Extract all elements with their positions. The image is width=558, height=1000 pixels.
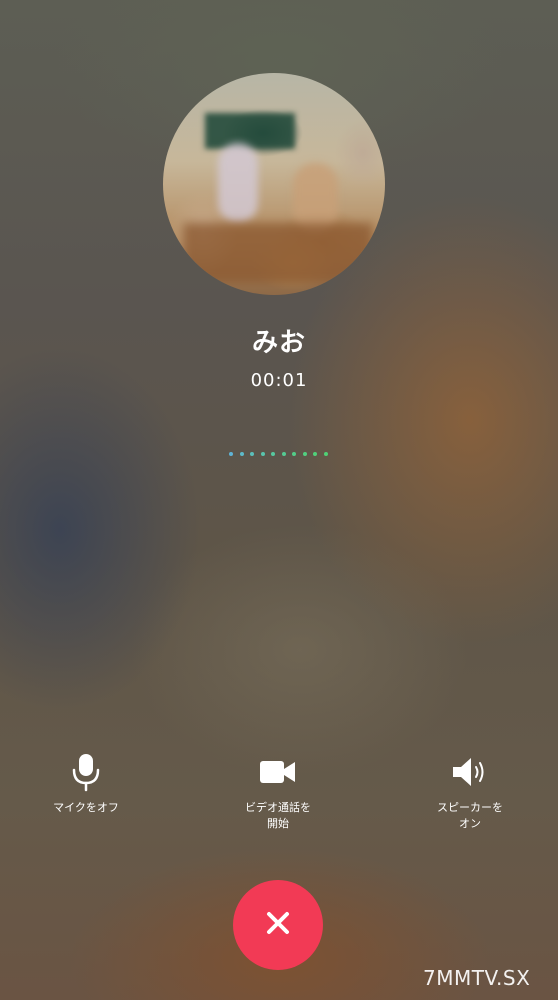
connecting-dot [302,452,307,456]
connecting-dot [281,452,286,456]
end-call-button[interactable] [233,880,323,970]
connecting-dot [229,452,233,456]
avatar-photo-board [205,113,295,149]
connecting-dot [323,452,328,456]
speaker-on-button[interactable]: スピーカーを オン [400,752,540,832]
watermark: 7MMTV.SX [423,966,531,990]
call-duration: 00:01 [250,370,308,391]
connecting-dot [239,452,244,456]
caller-avatar [163,73,385,295]
connecting-dot [260,452,265,456]
caller-name: みお [251,328,306,358]
microphone-icon [16,752,156,792]
speaker-icon [400,752,540,792]
mute-mic-button[interactable]: マイクをオフ [16,752,156,816]
video-camera-icon [208,752,348,792]
close-icon [265,910,291,940]
connecting-indicator [229,452,328,456]
connecting-dot [271,452,275,456]
avatar-photo-table [183,223,373,283]
connecting-dot [292,452,296,456]
mute-mic-label: マイクをオフ [53,801,119,814]
avatar-photo-figure [218,143,258,223]
connecting-dot [250,452,254,456]
start-video-label: ビデオ通話を 開始 [245,801,311,830]
connecting-dot [313,452,317,456]
speaker-on-label: スピーカーを オン [437,801,503,830]
start-video-button[interactable]: ビデオ通話を 開始 [208,752,348,832]
